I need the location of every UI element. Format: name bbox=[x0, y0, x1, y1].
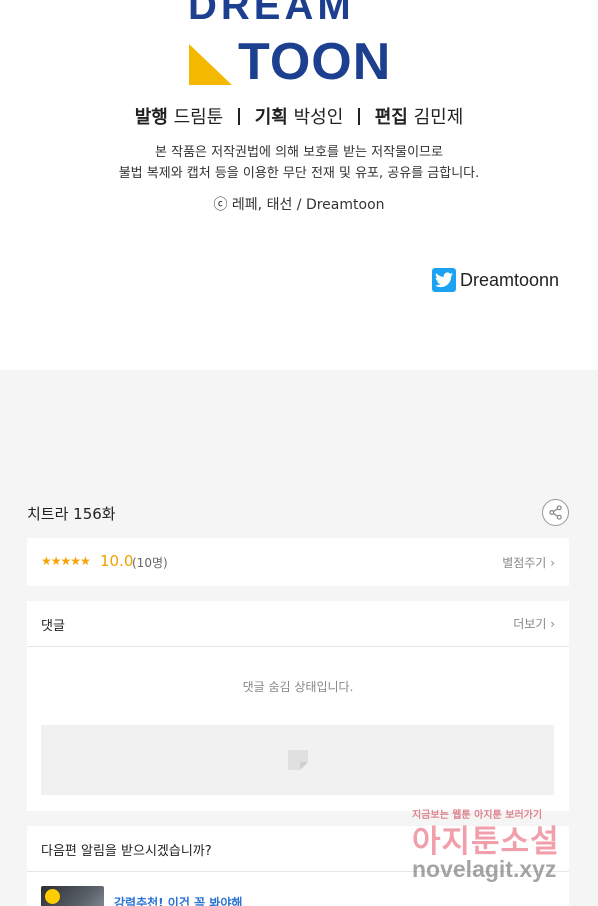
rate-button-label: 별점주기 bbox=[502, 556, 547, 570]
publisher-label: 발행 bbox=[134, 107, 168, 128]
planner-name: 박성인 bbox=[293, 107, 344, 128]
rating-card: ★★★★★ 10.0 (10명) 별점주기 › bbox=[27, 538, 569, 586]
twitter-icon bbox=[432, 268, 456, 292]
twitter-link[interactable]: Dreamtoonn bbox=[432, 268, 559, 292]
editor-name: 김민제 bbox=[413, 107, 464, 128]
staff-credits: 발행 드림툰 기획 박성인 편집 김민제 bbox=[0, 103, 598, 129]
rating-count: (10명) bbox=[132, 556, 168, 570]
logo-wordmark-top: DREAM bbox=[188, 0, 355, 28]
comment-input-placeholder[interactable] bbox=[41, 725, 554, 795]
comments-hidden-message: 댓글 숨김 상태입니다. bbox=[242, 680, 354, 694]
comments-title: 댓글 bbox=[41, 619, 65, 634]
twitter-handle: Dreamtoonn bbox=[460, 269, 560, 290]
copyright-notice: 본 작품은 저작권법에 의해 보호를 받는 저작물이므로 불법 복제와 캡처 등… bbox=[0, 142, 598, 184]
copyright-line: ⓒ 레페, 태선 / Dreamtoon bbox=[213, 197, 385, 213]
image-placeholder-icon bbox=[288, 750, 308, 770]
episode-title: 치트라 156화 bbox=[27, 505, 116, 523]
logo-wordmark: TOON bbox=[238, 33, 392, 91]
chevron-right-icon: › bbox=[550, 617, 555, 631]
editing-label: 편집 bbox=[374, 107, 408, 128]
rating-stars: ★★★★★ bbox=[41, 554, 91, 568]
publisher-name: 드림툰 bbox=[173, 107, 224, 128]
chevron-right-icon: › bbox=[550, 556, 555, 570]
clock-icon bbox=[45, 889, 60, 904]
logo-triangle-icon bbox=[189, 44, 232, 85]
divider bbox=[237, 108, 240, 125]
recommend-thumbnail[interactable] bbox=[41, 886, 104, 906]
rating-score: 10.0 bbox=[100, 552, 134, 570]
share-icon bbox=[549, 505, 562, 520]
next-episode-question: 다음편 알림을 받으시겠습니까? bbox=[41, 844, 212, 859]
share-button[interactable] bbox=[542, 499, 569, 526]
next-episode-card: 다음편 알림을 받으시겠습니까? 강력추천! 이건 꼭 봐야해 bbox=[27, 826, 569, 906]
comments-more-button[interactable]: 더보기 › bbox=[513, 615, 555, 632]
notice-line: 본 작품은 저작권법에 의해 보호를 받는 저작물이므로 bbox=[155, 145, 443, 160]
recommend-link[interactable]: 강력추천! 이건 꼭 봐야해 bbox=[114, 894, 242, 906]
planning-label: 기획 bbox=[254, 107, 288, 128]
next-episode-header: 다음편 알림을 받으시겠습니까? bbox=[27, 826, 569, 872]
more-label: 더보기 bbox=[513, 617, 547, 631]
credits-section: DREAM TOON 발행 드림툰 기획 박성인 편집 김민제 본 작품은 저작… bbox=[0, 0, 598, 370]
notice-line: 불법 복제와 캡처 등을 이용한 무단 전재 및 유포, 공유를 금합니다. bbox=[118, 166, 480, 181]
comments-card: 댓글 더보기 › 댓글 숨김 상태입니다. bbox=[27, 601, 569, 811]
rate-button[interactable]: 별점주기 › bbox=[502, 554, 555, 571]
comments-header: 댓글 더보기 › bbox=[27, 601, 569, 647]
divider bbox=[358, 108, 360, 125]
